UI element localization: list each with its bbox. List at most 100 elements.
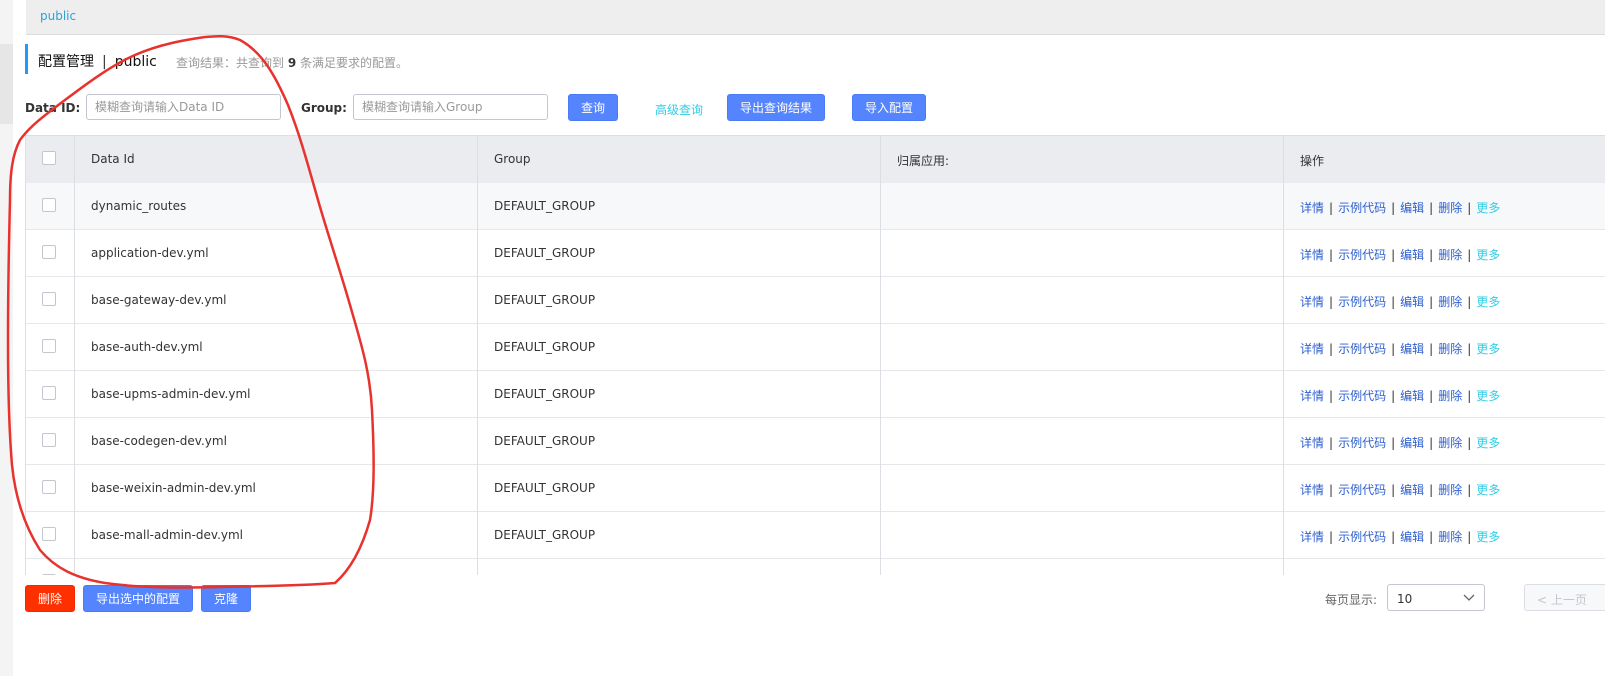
column-divider: [74, 136, 75, 575]
action-separator: |: [1329, 201, 1334, 215]
more-link[interactable]: 更多: [1476, 342, 1500, 356]
edit-link[interactable]: 编辑: [1400, 201, 1424, 215]
action-separator: |: [1329, 483, 1334, 497]
export-selected-button[interactable]: 导出选中的配置: [83, 585, 194, 612]
query-button[interactable]: 查询: [568, 94, 619, 121]
edit-link[interactable]: 编辑: [1400, 342, 1424, 356]
sample-code-link[interactable]: 示例代码: [1338, 295, 1386, 309]
page-title: 配置管理 | public: [38, 51, 157, 71]
action-separator: |: [1429, 295, 1434, 309]
delete-link[interactable]: 删除: [1438, 248, 1462, 262]
column-divider: [880, 136, 881, 575]
page-size-select[interactable]: 10: [1387, 584, 1485, 611]
export-results-button[interactable]: 导出查询结果: [727, 94, 826, 121]
detail-link[interactable]: 详情: [1300, 436, 1324, 450]
row-checkbox[interactable]: [42, 527, 56, 541]
action-separator: |: [1329, 530, 1334, 544]
advanced-query-link[interactable]: 高级查询: [655, 101, 703, 118]
table-row-partial: [26, 559, 1605, 575]
action-separator: |: [1391, 436, 1396, 450]
detail-link[interactable]: 详情: [1300, 295, 1324, 309]
table-row: application-dev.yml DEFAULT_GROUP 详情 | 示例代码 |…: [26, 230, 1605, 277]
prev-page-button[interactable]: < 上一页: [1524, 584, 1605, 611]
table-row: base-auth-dev.yml DEFAULT_GROUP 详情 | 示例代码 | 编辑…: [26, 324, 1605, 371]
cell-group: DEFAULT_GROUP: [494, 434, 596, 448]
action-separator: |: [1329, 295, 1334, 309]
group-input[interactable]: [353, 94, 548, 120]
namespace-tab-public[interactable]: public: [40, 9, 76, 23]
sample-code-link[interactable]: 示例代码: [1338, 483, 1386, 497]
clone-button[interactable]: 克隆: [201, 585, 252, 612]
delete-link[interactable]: 删除: [1438, 201, 1462, 215]
column-header-actions: 操作: [1300, 154, 1325, 168]
more-link[interactable]: 更多: [1476, 295, 1500, 309]
detail-link[interactable]: 详情: [1300, 201, 1324, 215]
action-separator: |: [1391, 530, 1396, 544]
sample-code-link[interactable]: 示例代码: [1338, 342, 1386, 356]
delete-link[interactable]: 删除: [1438, 295, 1462, 309]
data-id-input[interactable]: [86, 94, 281, 120]
import-config-button[interactable]: 导入配置: [852, 94, 927, 121]
delete-link[interactable]: 删除: [1438, 530, 1462, 544]
action-separator: |: [1429, 201, 1434, 215]
edit-link[interactable]: 编辑: [1400, 295, 1424, 309]
delete-link[interactable]: 删除: [1438, 436, 1462, 450]
action-separator: |: [1429, 483, 1434, 497]
group-label: Group:: [301, 101, 347, 115]
more-link[interactable]: 更多: [1476, 483, 1500, 497]
table-header: Data Id Group 归属应用: 操作: [26, 136, 1605, 184]
delete-link[interactable]: 删除: [1438, 389, 1462, 403]
detail-link[interactable]: 详情: [1300, 389, 1324, 403]
row-checkbox[interactable]: [42, 386, 56, 400]
chevron-down-icon: [1463, 594, 1475, 601]
more-link[interactable]: 更多: [1476, 248, 1500, 262]
select-all-checkbox[interactable]: [42, 151, 56, 165]
cell-data-id: base-codegen-dev.yml: [91, 434, 227, 448]
cell-data-id: application-dev.yml: [91, 246, 209, 260]
sample-code-link[interactable]: 示例代码: [1338, 248, 1386, 262]
action-separator: |: [1467, 342, 1472, 356]
cell-data-id: base-upms-admin-dev.yml: [91, 387, 251, 401]
more-link[interactable]: 更多: [1476, 201, 1500, 215]
more-link[interactable]: 更多: [1476, 389, 1500, 403]
row-checkbox[interactable]: [42, 433, 56, 447]
delete-selected-button[interactable]: 删除: [25, 585, 76, 612]
table-row: dynamic_routes DEFAULT_GROUP 详情 | 示例代码 | 编辑 | 删除…: [26, 183, 1605, 230]
more-link[interactable]: 更多: [1476, 530, 1500, 544]
row-checkbox[interactable]: [42, 339, 56, 353]
title-separator: |: [102, 54, 107, 70]
edit-link[interactable]: 编辑: [1400, 483, 1424, 497]
edit-link[interactable]: 编辑: [1400, 530, 1424, 544]
delete-link[interactable]: 删除: [1438, 483, 1462, 497]
row-checkbox[interactable]: [42, 292, 56, 306]
action-separator: |: [1429, 436, 1434, 450]
detail-link[interactable]: 详情: [1300, 342, 1324, 356]
cell-group: DEFAULT_GROUP: [494, 340, 596, 354]
action-separator: |: [1429, 342, 1434, 356]
action-separator: |: [1391, 248, 1396, 262]
cell-data-id: dynamic_routes: [91, 199, 187, 213]
detail-link[interactable]: 详情: [1300, 530, 1324, 544]
sample-code-link[interactable]: 示例代码: [1338, 201, 1386, 215]
edit-link[interactable]: 编辑: [1400, 248, 1424, 262]
row-checkbox[interactable]: [42, 574, 56, 575]
table-row: base-mall-admin-dev.yml DEFAULT_GROUP 详情 | 示…: [26, 512, 1605, 559]
action-separator: |: [1391, 483, 1396, 497]
sample-code-link[interactable]: 示例代码: [1338, 530, 1386, 544]
delete-link[interactable]: 删除: [1438, 342, 1462, 356]
action-separator: |: [1391, 389, 1396, 403]
detail-link[interactable]: 详情: [1300, 483, 1324, 497]
edit-link[interactable]: 编辑: [1400, 389, 1424, 403]
sample-code-link[interactable]: 示例代码: [1338, 389, 1386, 403]
detail-link[interactable]: 详情: [1300, 248, 1324, 262]
row-checkbox[interactable]: [42, 245, 56, 259]
sample-code-link[interactable]: 示例代码: [1338, 436, 1386, 450]
table-row: base-upms-admin-dev.yml DEFAULT_GROUP 详情 | 示…: [26, 371, 1605, 418]
action-separator: |: [1391, 342, 1396, 356]
edit-link[interactable]: 编辑: [1400, 436, 1424, 450]
cell-group: DEFAULT_GROUP: [494, 246, 596, 260]
row-checkbox[interactable]: [42, 198, 56, 212]
more-link[interactable]: 更多: [1476, 436, 1500, 450]
row-checkbox[interactable]: [42, 480, 56, 494]
prev-page-label: < 上一页: [1537, 593, 1587, 607]
